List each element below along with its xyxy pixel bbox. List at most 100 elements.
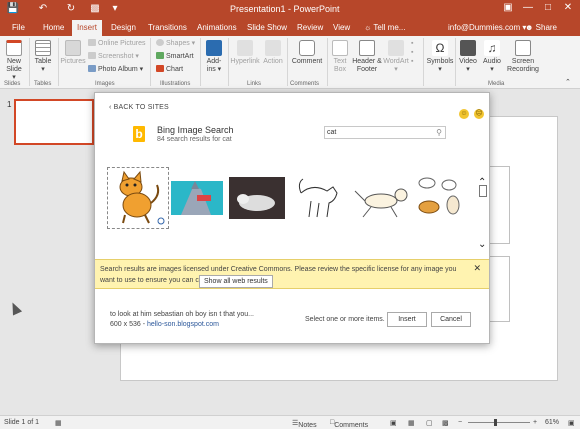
- minimize-button[interactable]: —: [518, 2, 538, 13]
- notes-button[interactable]: ☰ Notes: [292, 419, 317, 429]
- placeholder-box[interactable]: [488, 256, 510, 322]
- online-pictures-button[interactable]: Online Pictures: [88, 39, 145, 48]
- search-input[interactable]: [325, 127, 425, 138]
- account-button[interactable]: info@Dummies.com ▾: [448, 23, 526, 32]
- tab-review[interactable]: Review: [297, 23, 323, 33]
- text-box-button[interactable]: Text Box: [330, 40, 350, 74]
- result-image-cartoon-cat-orange[interactable]: [107, 167, 169, 229]
- comment-label: Comment: [291, 58, 323, 65]
- slide-show-icon[interactable]: ▩: [442, 419, 449, 427]
- cancel-button[interactable]: Cancel: [431, 312, 471, 327]
- add-ins-button[interactable]: Add-ins ▾: [203, 40, 225, 74]
- wordart-button[interactable]: WordArt ▾: [382, 40, 410, 74]
- selection-hint: Select one or more items.: [305, 316, 385, 323]
- redo-icon[interactable]: ↻: [64, 3, 78, 15]
- table-button[interactable]: Table ▾: [33, 40, 53, 74]
- photo-album-icon: [88, 65, 96, 72]
- close-button[interactable]: ✕: [558, 2, 578, 13]
- back-to-sites-link[interactable]: ‹ BACK TO SITES: [109, 104, 169, 111]
- fit-to-window-icon[interactable]: ▣: [568, 419, 575, 427]
- group-images: Images: [95, 81, 115, 87]
- image-search-box[interactable]: ⚲: [324, 126, 446, 139]
- zoom-slider-handle[interactable]: [494, 419, 497, 426]
- tab-design[interactable]: Design: [111, 23, 136, 33]
- lightbulb-icon: ☼: [364, 23, 372, 32]
- screen-recording-label: Screen Recording: [507, 58, 539, 73]
- customize-toolbar-icon[interactable]: ▾: [108, 3, 122, 15]
- zoom-out-icon[interactable]: −: [458, 419, 462, 426]
- star-icon: [265, 40, 281, 56]
- tab-view[interactable]: View: [333, 23, 350, 33]
- zoom-slider[interactable]: [468, 422, 530, 423]
- spelling-icon[interactable]: ▦: [55, 419, 62, 427]
- result-image-cartoon-cats-pair[interactable]: [413, 177, 465, 221]
- action-button[interactable]: Action: [261, 40, 285, 66]
- reading-view-icon[interactable]: ▢: [426, 419, 433, 427]
- start-from-beginning-icon[interactable]: ▩: [88, 3, 102, 15]
- smile-feedback-icon[interactable]: ☺: [459, 109, 469, 119]
- result-image-sketch-cat-running[interactable]: [351, 181, 411, 221]
- table-label: Table ▾: [34, 58, 52, 73]
- globe-icon: [237, 40, 253, 56]
- undo-icon[interactable]: ↶: [36, 3, 50, 15]
- shapes-button[interactable]: Shapes ▾: [156, 39, 195, 48]
- smartart-button[interactable]: SmartArt: [156, 52, 194, 61]
- tab-animations[interactable]: Animations: [197, 23, 237, 33]
- normal-view-icon[interactable]: ▣: [390, 419, 397, 427]
- photo-album-button[interactable]: Photo Album ▾: [88, 65, 143, 74]
- save-icon[interactable]: 💾: [6, 3, 20, 15]
- screenshot-button[interactable]: Screenshot ▾: [88, 52, 139, 61]
- search-icon[interactable]: ⚲: [436, 128, 442, 137]
- ribbon-display-icon[interactable]: ▣: [498, 2, 518, 13]
- comment-button[interactable]: Comment: [290, 40, 324, 66]
- shapes-icon: [156, 39, 164, 46]
- pictures-button[interactable]: Pictures: [60, 40, 86, 66]
- video-button[interactable]: Video ▾: [457, 40, 479, 74]
- symbols-button[interactable]: Ω Symbols ▾: [426, 40, 454, 74]
- screen-recording-button[interactable]: Screen Recording: [505, 40, 541, 74]
- placeholder-box[interactable]: [488, 166, 510, 244]
- wordart-label: WordArt ▾: [383, 58, 409, 73]
- header-footer-button[interactable]: Header & Footer: [352, 40, 382, 74]
- tab-slide-show[interactable]: Slide Show: [247, 23, 287, 33]
- show-all-web-results-button[interactable]: Show all web results: [199, 275, 273, 288]
- slide-thumbnail[interactable]: [14, 99, 94, 145]
- divider: [327, 38, 328, 86]
- bing-logo-icon: b: [133, 126, 145, 142]
- chart-label: Chart: [166, 66, 184, 73]
- zoom-level[interactable]: 61%: [545, 419, 559, 426]
- insert-button[interactable]: Insert: [387, 312, 427, 327]
- divider: [29, 38, 30, 86]
- tab-home[interactable]: Home: [43, 23, 64, 33]
- slide-sorter-icon[interactable]: ▦: [408, 419, 415, 427]
- frown-feedback-icon[interactable]: ☹: [474, 109, 484, 119]
- new-slide-button[interactable]: New Slide ▾: [4, 40, 24, 82]
- tell-me-box[interactable]: ☼ Tell me...: [364, 23, 405, 32]
- vertical-scrollbar[interactable]: [566, 90, 580, 415]
- chart-button[interactable]: Chart: [156, 65, 183, 74]
- share-button[interactable]: ☻ Share: [525, 23, 557, 32]
- symbols-label: Symbols ▾: [426, 58, 454, 73]
- chevron-down-icon[interactable]: ⌄: [478, 239, 486, 250]
- hyperlink-button[interactable]: Hyperlink: [230, 40, 260, 66]
- comment-icon: [299, 40, 315, 56]
- tab-transitions[interactable]: Transitions: [148, 23, 187, 33]
- person-icon: ☻: [525, 23, 534, 32]
- smartart-label: SmartArt: [166, 53, 194, 60]
- restore-button[interactable]: □: [538, 2, 558, 13]
- audio-button[interactable]: ♫ Audio ▾: [481, 40, 503, 74]
- result-image-cartoon-cat-blue[interactable]: [171, 181, 223, 215]
- text-box-icon: [332, 40, 348, 56]
- comments-button[interactable]: □ Comments: [330, 419, 368, 429]
- tab-file[interactable]: File: [12, 23, 25, 33]
- ribbon: New Slide ▾ Table ▾ Pictures Online Pict…: [0, 36, 580, 89]
- close-icon[interactable]: ✕: [473, 263, 481, 274]
- zoom-in-icon[interactable]: +: [533, 419, 537, 426]
- result-image-photo-cat[interactable]: [229, 177, 285, 219]
- source-link[interactable]: hello-son.blogspot.com: [147, 321, 219, 328]
- tab-insert[interactable]: Insert: [72, 20, 103, 36]
- results-scrollbar-thumb[interactable]: [479, 185, 487, 197]
- result-image-sketch-cat-standing[interactable]: [293, 173, 345, 225]
- comments-label: Comments: [334, 422, 369, 429]
- collapse-ribbon-icon[interactable]: ⌃: [565, 78, 571, 87]
